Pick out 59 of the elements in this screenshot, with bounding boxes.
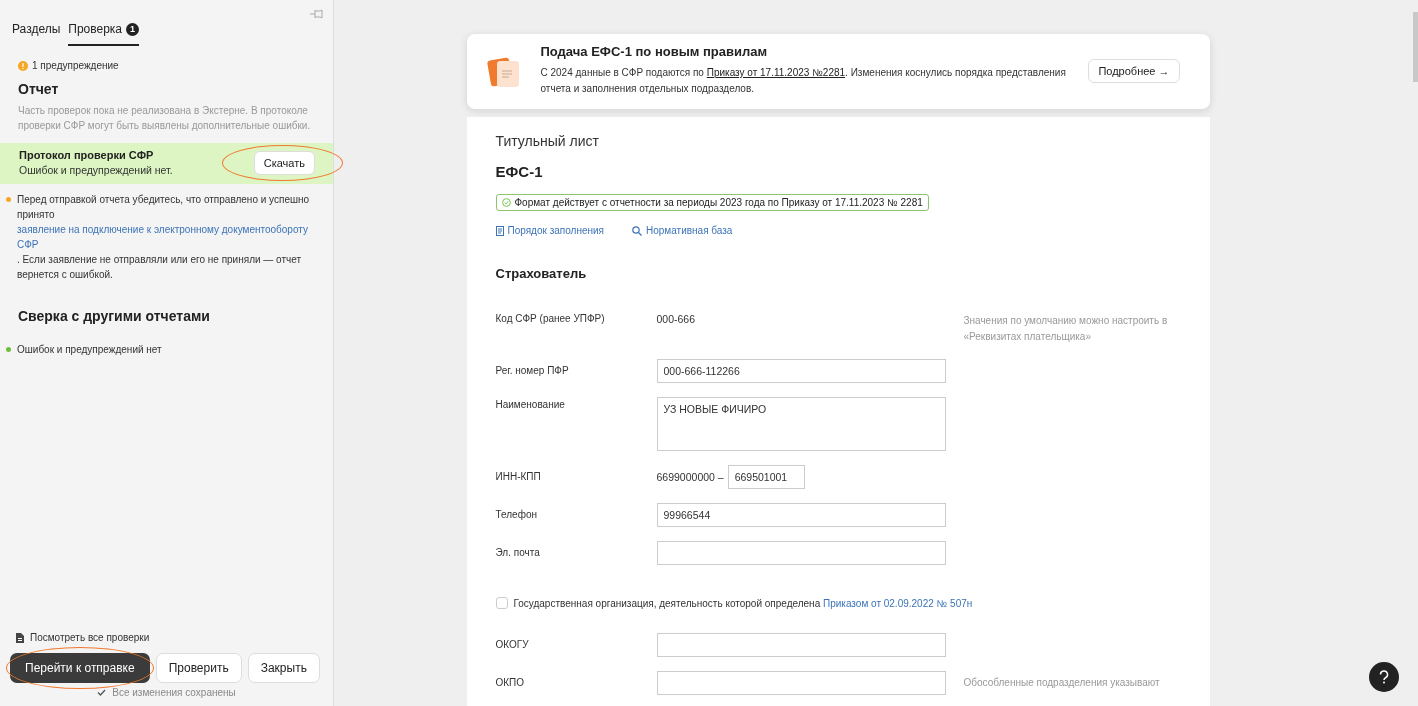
more-button[interactable]: Подробнее →	[1088, 58, 1180, 83]
tab[interactable]: Разделы	[12, 22, 61, 46]
field-value: 000-666	[656, 313, 697, 325]
warning-count: 1 предупреждение	[32, 60, 119, 71]
field-value: 6699000000 –	[656, 471, 724, 483]
document-icon	[495, 225, 504, 236]
tab[interactable]: Проверка 1	[68, 22, 140, 46]
document-icon	[16, 632, 24, 643]
input-field[interactable]: 669501001	[727, 465, 805, 489]
hint-text: Обособленные подразделения указывают	[963, 676, 1161, 690]
help-button[interactable]	[1369, 662, 1399, 692]
action-button[interactable]: Проверить	[155, 653, 242, 683]
field-label: Наименование	[495, 398, 566, 410]
field-label: ОКПО	[495, 676, 526, 688]
saved-status: Все изменения сохранены	[112, 687, 236, 698]
reference-link[interactable]: Нормативная база	[632, 225, 733, 236]
protocol-status: Ошибок и предупреждений нет.	[19, 164, 173, 176]
input-field[interactable]	[656, 541, 946, 565]
format-text: Формат действует с отчетности за периоды 2023 года по Приказу от 17.11.2023 № 2281	[514, 197, 923, 208]
scrollbar-thumb[interactable]	[1413, 12, 1418, 82]
banner-title: Подача ЕФС-1 по новым правилам	[540, 44, 769, 59]
check-circle-icon	[501, 198, 511, 207]
warning-icon	[18, 60, 28, 71]
section-title: Сверка с другими отчетами	[17, 307, 211, 324]
input-field[interactable]: 99966544	[656, 503, 946, 527]
checkbox[interactable]	[495, 597, 508, 609]
view-all-link[interactable]: Посмотреть все проверки	[10, 632, 323, 643]
input-field[interactable]	[656, 671, 946, 695]
status-text: Ошибок и предупреждений нет	[17, 343, 162, 357]
note-text: Часть проверок пока не реализована в Экстерне. В протоколе проверки СФР могут быть выявлены дополнительные ошибки.	[17, 104, 312, 133]
action-button[interactable]: Перейти к отправке	[10, 653, 150, 683]
form-title: ЕФС-1	[495, 163, 544, 180]
hint-text: Значения по умолчанию можно настроить в «Реквизитах плательщика»	[963, 314, 1169, 344]
field-label: ИНН-КПП	[495, 470, 542, 482]
field-label: Рег. номер ПФР	[495, 364, 570, 376]
application-link[interactable]: заявление на подключение к электронному документообороту СФР	[17, 222, 315, 252]
banner-text: С 2024 данные в СФР подаются по Приказу от 17.11.2023 №2281. Изменения коснулись порядка представления отчета и заполнения отдельных подразделов.	[540, 66, 1067, 96]
count-badge: 1	[126, 22, 140, 36]
pin-icon[interactable]	[309, 8, 323, 20]
text-area[interactable]: УЗ НОВЫЕ ФИЧИРО	[656, 397, 946, 451]
field-label: ОКОГУ	[495, 638, 530, 650]
input-field[interactable]: 000-666-112266	[656, 359, 946, 383]
field-label: Телефон	[495, 508, 538, 520]
field-label: Код СФР (ранее УПФР)	[495, 313, 606, 324]
section-title: Отчет	[17, 80, 60, 97]
notice-text: Перед отправкой отчета убедитесь, что отправлено и успешно принято заявление на подключение к электронному документообороту СФР . Если заявление не отправляли или его не приняли — отчет вернется с ошибкой.	[17, 192, 315, 282]
order-link[interactable]: Приказом от 02.09.2022 № 507н	[823, 597, 973, 609]
checkbox-label: Государственная организация, деятельность которой определена Приказом от 02.09.2022 № 507н	[513, 597, 973, 609]
action-button[interactable]: Закрыть	[247, 653, 320, 683]
page-title: Титульный лист	[495, 133, 600, 149]
protocol-title: Протокол проверки СФР	[19, 149, 155, 161]
search-icon	[632, 225, 642, 236]
reference-link[interactable]: Порядок заполнения	[495, 225, 604, 236]
input-field[interactable]	[656, 633, 946, 657]
section-heading: Страхователь	[495, 265, 588, 283]
download-button[interactable]: Скачать	[253, 150, 315, 175]
check-icon	[97, 689, 107, 696]
field-label: Эл. почта	[495, 546, 541, 558]
help-icon	[1378, 670, 1390, 684]
